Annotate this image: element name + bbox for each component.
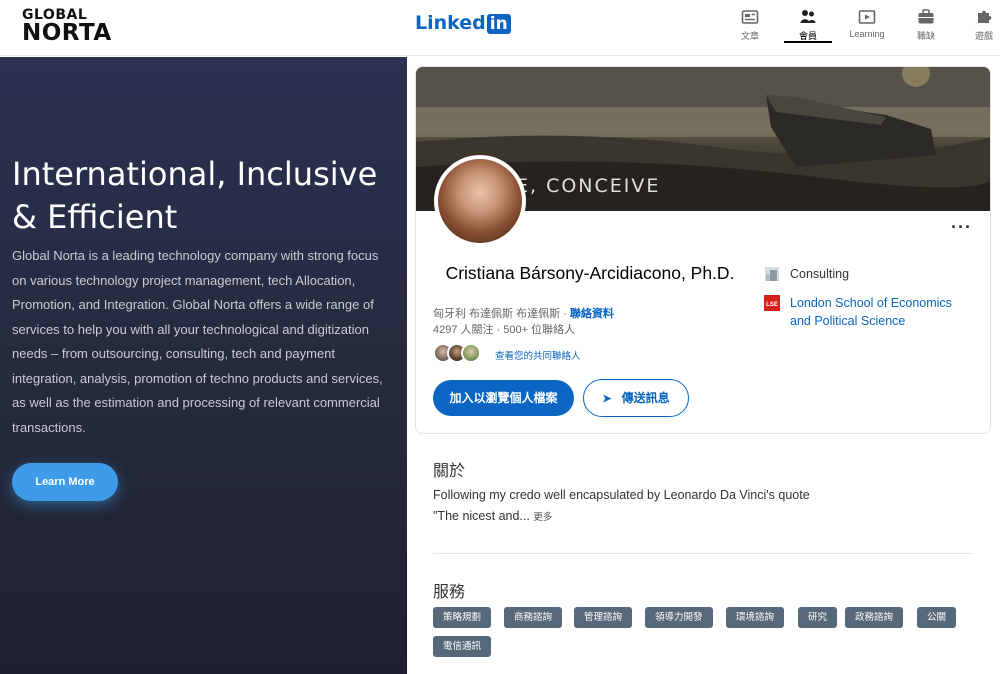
about-heading: 關於 xyxy=(433,463,466,480)
about-text: Following my credo well encapsulated by … xyxy=(433,485,913,528)
join-to-view-profile-button[interactable]: 加入以瀏覽個人檔案 xyxy=(433,380,574,416)
nav-jobs-label: 職缺 xyxy=(916,31,935,41)
hero-title: International, Inclusive & Efficient xyxy=(12,155,378,236)
hero-description: Global Norta is a leading technology com… xyxy=(12,248,383,435)
send-message-button[interactable]: ➤ 傳送訊息 xyxy=(583,379,689,417)
top-bar: GLOBAL NORTA Linked in 文章 會員 Learning 職缺 … xyxy=(0,0,1000,56)
lse-logo-text: LSE xyxy=(766,302,778,308)
nav-people[interactable]: 會員 xyxy=(778,6,838,43)
service-tag[interactable]: 研究 xyxy=(798,607,838,628)
service-tag[interactable]: 領導力開發 xyxy=(645,607,713,628)
profile-stats: 4297 人關注 · 500+ 位聯絡人 xyxy=(433,324,576,336)
about-line-2: "The nicest and... xyxy=(433,509,530,523)
people-icon xyxy=(800,10,816,23)
nav-learning-label: Learning xyxy=(849,29,885,39)
company-icon xyxy=(765,267,779,281)
profile-location: 匈牙利 布達佩斯 布達佩斯 xyxy=(433,308,561,320)
more-options-button[interactable]: ··· xyxy=(951,217,972,238)
article-icon xyxy=(741,10,759,24)
about-more-button[interactable]: 更多 xyxy=(533,512,552,523)
learning-icon xyxy=(858,10,876,24)
service-tag[interactable]: 商務諮詢 xyxy=(504,607,563,628)
linkedin-logo-text: Linked xyxy=(415,12,486,34)
profile-card: E, CONCEIVE ··· Cristiana Bársony-Arcidi… xyxy=(415,66,991,434)
nav-games-label: 遊戲 xyxy=(974,31,993,41)
puzzle-icon xyxy=(978,10,992,23)
service-tag[interactable]: 管理諮詢 xyxy=(574,607,633,628)
profile-avatar[interactable] xyxy=(434,155,526,247)
send-message-label: 傳送訊息 xyxy=(621,391,670,405)
learn-more-button[interactable]: Learn More xyxy=(12,463,118,501)
send-icon: ➤ xyxy=(602,393,612,405)
company-name: Consulting xyxy=(790,267,850,281)
nav-games[interactable]: 遊戲 xyxy=(954,6,1000,42)
about-line-1: Following my credo well encapsulated by … xyxy=(433,488,810,502)
global-norta-logo[interactable]: GLOBAL NORTA xyxy=(22,8,112,45)
nav-articles[interactable]: 文章 xyxy=(720,6,780,42)
profile-name: Cristiana Bársony-Arcidiacono, Ph.D. xyxy=(445,263,735,283)
mutual-avatar xyxy=(461,343,481,363)
profile-panel: E, CONCEIVE ··· Cristiana Bársony-Arcidi… xyxy=(407,57,1000,674)
services-heading: 服務 xyxy=(433,584,466,601)
contact-info-link[interactable]: 聯絡資料 xyxy=(570,308,614,320)
cover-text: E, CONCEIVE xyxy=(516,175,661,197)
lse-logo-icon: LSE xyxy=(764,295,780,311)
brand-line2: NORTA xyxy=(22,20,112,46)
briefcase-icon xyxy=(918,9,934,24)
service-tag[interactable]: 電信通訊 xyxy=(433,636,492,657)
service-tag[interactable]: 公關 xyxy=(917,607,957,628)
nav-learning[interactable]: Learning xyxy=(837,6,897,39)
section-divider xyxy=(433,553,974,554)
linkedin-logo-in: in xyxy=(486,14,511,34)
location-separator: · xyxy=(563,308,567,320)
school-name: London School of Economics and Political… xyxy=(790,296,952,328)
hero-panel: International, Inclusive & Efficient Glo… xyxy=(0,57,407,674)
service-tag[interactable]: 政務諮詢 xyxy=(845,607,904,628)
profile-location-line: 匈牙利 布達佩斯 布達佩斯 · 聯絡資料 xyxy=(433,305,614,321)
nav-articles-label: 文章 xyxy=(740,31,759,41)
nav-people-label: 會員 xyxy=(798,31,817,41)
service-tag[interactable]: 策略規劃 xyxy=(433,607,492,628)
service-tag[interactable]: 環境諮詢 xyxy=(726,607,785,628)
nav-jobs[interactable]: 職缺 xyxy=(896,6,956,42)
mutual-connections-link[interactable]: 查看您的共同聯絡人 xyxy=(495,348,581,362)
linkedin-logo[interactable]: Linked in xyxy=(415,12,511,34)
